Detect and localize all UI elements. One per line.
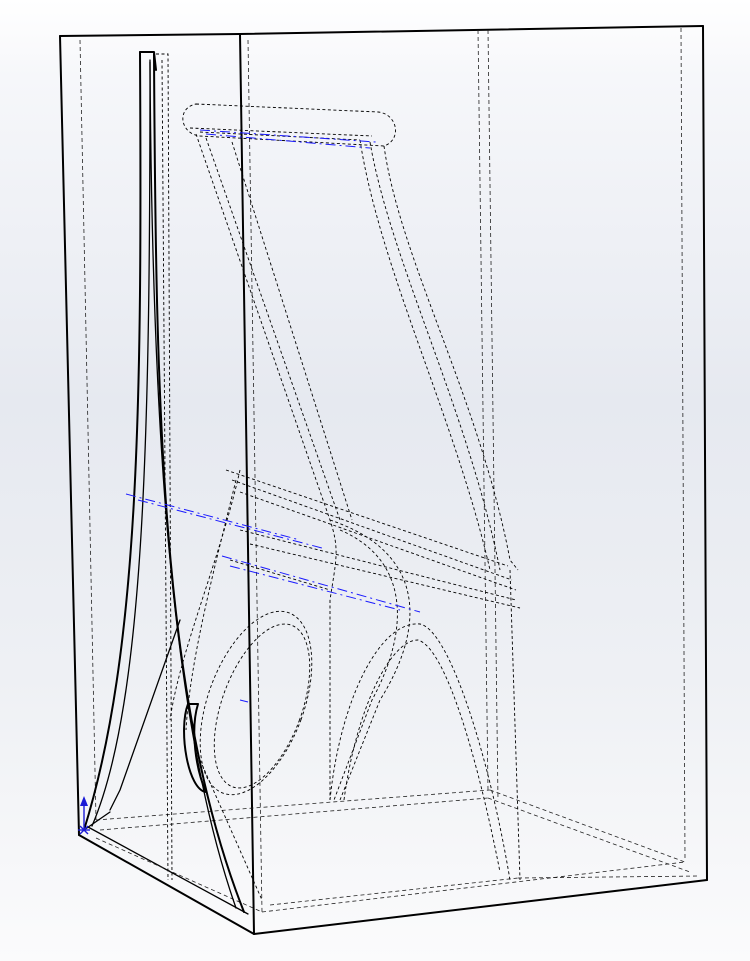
driver-ellipse bbox=[199, 610, 313, 901]
horn-outer-curve bbox=[83, 51, 142, 831]
horn-duct bbox=[83, 51, 245, 913]
enclosure-hidden-edges bbox=[79, 27, 701, 913]
top-front-edge bbox=[239, 25, 704, 35]
top-left-front-edge bbox=[59, 33, 241, 37]
left-outer-edge bbox=[59, 35, 80, 836]
front-corner-edge bbox=[239, 33, 255, 935]
right-edge bbox=[702, 25, 708, 881]
internal-folds bbox=[169, 103, 521, 881]
model-canvas[interactable] bbox=[0, 0, 750, 961]
graphics-viewport[interactable] bbox=[0, 0, 750, 961]
bottom-front-edge bbox=[253, 879, 708, 935]
